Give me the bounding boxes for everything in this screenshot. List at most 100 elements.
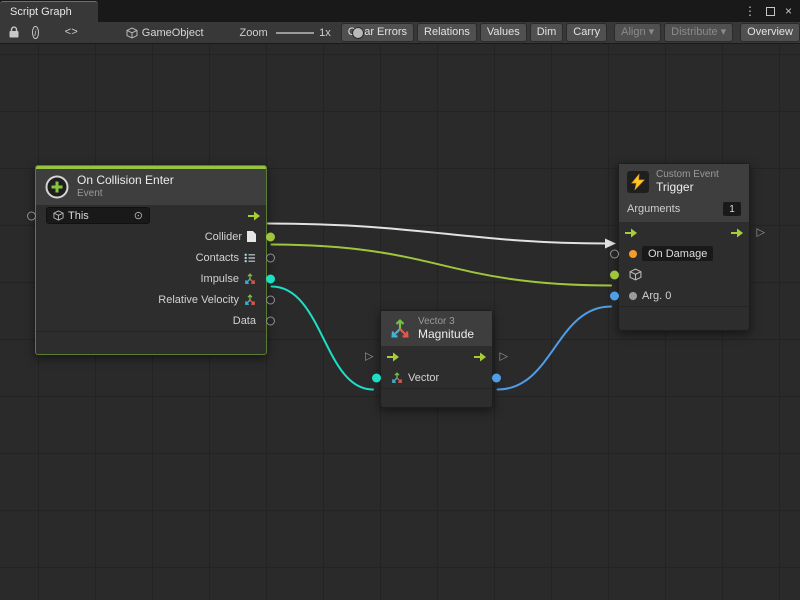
window-tab-bar: Script Graph ⋮ × — [0, 0, 800, 22]
port-impulse-output[interactable] — [266, 274, 275, 283]
node-header[interactable]: On Collision Enter Event — [36, 169, 266, 205]
node-title: Magnitude — [418, 328, 474, 342]
node-header[interactable]: Vector 3 Magnitude — [381, 311, 492, 346]
row-vector-input: Vector — [381, 367, 492, 388]
arguments-row: Arguments 1 — [619, 199, 749, 222]
arguments-label: Arguments — [627, 203, 680, 215]
node-title: Trigger — [656, 181, 719, 195]
graph-toolbar: i <> GameObject Zoom 1x Clear Errors Rel… — [0, 22, 800, 44]
code-view-icon[interactable]: <> — [65, 27, 78, 39]
chevron-down-icon: ▾ — [721, 26, 727, 39]
flow-output-arrow-icon[interactable] — [730, 228, 744, 238]
flow-output-arrow-icon[interactable] — [473, 352, 487, 362]
distribute-label: Distribute — [671, 26, 717, 39]
port-magnitude-output[interactable] — [492, 373, 501, 382]
flow-input-port[interactable]: ▷ — [365, 350, 373, 363]
row-target-input — [619, 264, 749, 285]
maximize-icon[interactable] — [766, 7, 775, 16]
collider-type-icon — [247, 231, 256, 242]
gameobject-context[interactable]: GameObject — [126, 27, 204, 39]
lock-icon[interactable] — [8, 26, 20, 39]
vector3-icon — [389, 318, 411, 340]
node-footer — [381, 388, 492, 395]
tab-script-graph[interactable]: Script Graph — [0, 1, 98, 22]
tab-label: Script Graph — [10, 6, 72, 18]
distribute-dropdown[interactable]: Distribute ▾ — [664, 23, 733, 42]
row-contacts-output: Contacts — [36, 247, 266, 268]
window-controls: ⋮ × — [744, 0, 800, 22]
dim-button[interactable]: Dim — [530, 23, 564, 42]
wire-magnitude-to-arg0[interactable] — [498, 307, 612, 390]
arguments-count-input[interactable]: 1 — [723, 202, 741, 216]
node-on-collision-enter[interactable]: On Collision Enter Event This — [35, 165, 267, 355]
node-category: Vector 3 — [418, 316, 474, 328]
node-footer — [36, 331, 266, 346]
flow-input-arrow-icon[interactable] — [386, 352, 400, 362]
zoom-label: Zoom — [240, 27, 268, 39]
target-value: This — [68, 210, 89, 222]
collision-event-icon — [44, 174, 70, 200]
row-arg0-input: Arg. 0 — [619, 285, 749, 306]
node-subtitle: Event — [77, 188, 174, 200]
wire-flow-collision-to-trigger[interactable] — [268, 224, 606, 244]
close-icon[interactable]: × — [785, 4, 792, 18]
node-body: ▷ On Damage — [619, 222, 749, 306]
node-vector3-magnitude[interactable]: Vector 3 Magnitude ▷ ▷ — [380, 310, 493, 408]
wire-arrowhead-icon — [605, 239, 616, 249]
flow-output-port[interactable]: ▷ — [757, 226, 765, 239]
kebab-menu-icon[interactable]: ⋮ — [744, 4, 756, 18]
row-data-output: Data — [36, 310, 266, 331]
wire-impulse-to-vector[interactable] — [272, 287, 374, 390]
row-target: This ⊙ — [36, 205, 266, 226]
port-target-input[interactable] — [27, 211, 36, 220]
zoom-slider[interactable] — [276, 22, 314, 44]
align-dropdown[interactable]: Align ▾ — [614, 23, 661, 42]
row-collider-output: Collider — [36, 226, 266, 247]
node-title: On Collision Enter — [77, 174, 174, 188]
graph-canvas[interactable]: On Collision Enter Event This — [0, 44, 800, 600]
zoom-slider-handle[interactable] — [352, 27, 364, 39]
node-trigger-custom-event[interactable]: Custom Event Trigger Arguments 1 ▷ — [618, 163, 750, 331]
flow-output-arrow-icon[interactable] — [247, 211, 261, 221]
relations-button[interactable]: Relations — [417, 23, 477, 42]
event-name-field[interactable]: On Damage — [642, 246, 713, 261]
flow-input-arrow-icon[interactable] — [624, 228, 638, 238]
row-impulse-output: Impulse — [36, 268, 266, 289]
port-data-output[interactable] — [266, 316, 275, 325]
gameobject-label: GameObject — [142, 27, 204, 39]
port-target-input[interactable] — [610, 270, 619, 279]
zoom-value: 1x — [319, 27, 331, 39]
port-vector-input[interactable] — [372, 373, 381, 382]
list-type-icon — [244, 253, 256, 263]
object-picker-icon[interactable]: ⊙ — [134, 209, 143, 222]
overview-button[interactable]: Overview — [740, 23, 800, 42]
object-type-icon — [629, 292, 637, 300]
port-event-name-input[interactable] — [610, 249, 619, 258]
port-collider-output[interactable] — [266, 232, 275, 241]
info-icon[interactable]: i — [32, 26, 39, 39]
row-flow: ▷ ▷ — [381, 346, 492, 367]
node-header[interactable]: Custom Event Trigger — [619, 164, 749, 199]
row-flow: ▷ — [619, 222, 749, 243]
port-contacts-output[interactable] — [266, 253, 275, 262]
align-label: Align — [621, 26, 645, 39]
port-arg0-input[interactable] — [610, 291, 619, 300]
string-type-icon — [629, 250, 637, 258]
node-footer — [619, 306, 749, 321]
vector3-type-icon — [244, 294, 256, 306]
custom-event-icon — [627, 171, 649, 193]
unity-editor-window: Script Graph ⋮ × i <> GameObject Zoom — [0, 0, 800, 600]
gameobject-icon — [126, 27, 138, 39]
values-button[interactable]: Values — [480, 23, 527, 42]
row-event-name: On Damage — [619, 243, 749, 264]
gameobject-cube-icon — [629, 268, 642, 281]
wire-collider-to-target[interactable] — [272, 245, 612, 286]
arg0-label: Arg. 0 — [642, 290, 671, 302]
target-dropdown[interactable]: This ⊙ — [46, 207, 150, 224]
vector3-type-icon — [244, 273, 256, 285]
port-relative-velocity-output[interactable] — [266, 295, 275, 304]
vector-input-label: Vector — [408, 372, 439, 384]
carry-button[interactable]: Carry — [566, 23, 607, 42]
node-category: Custom Event — [656, 169, 719, 181]
flow-output-port[interactable]: ▷ — [500, 350, 508, 363]
